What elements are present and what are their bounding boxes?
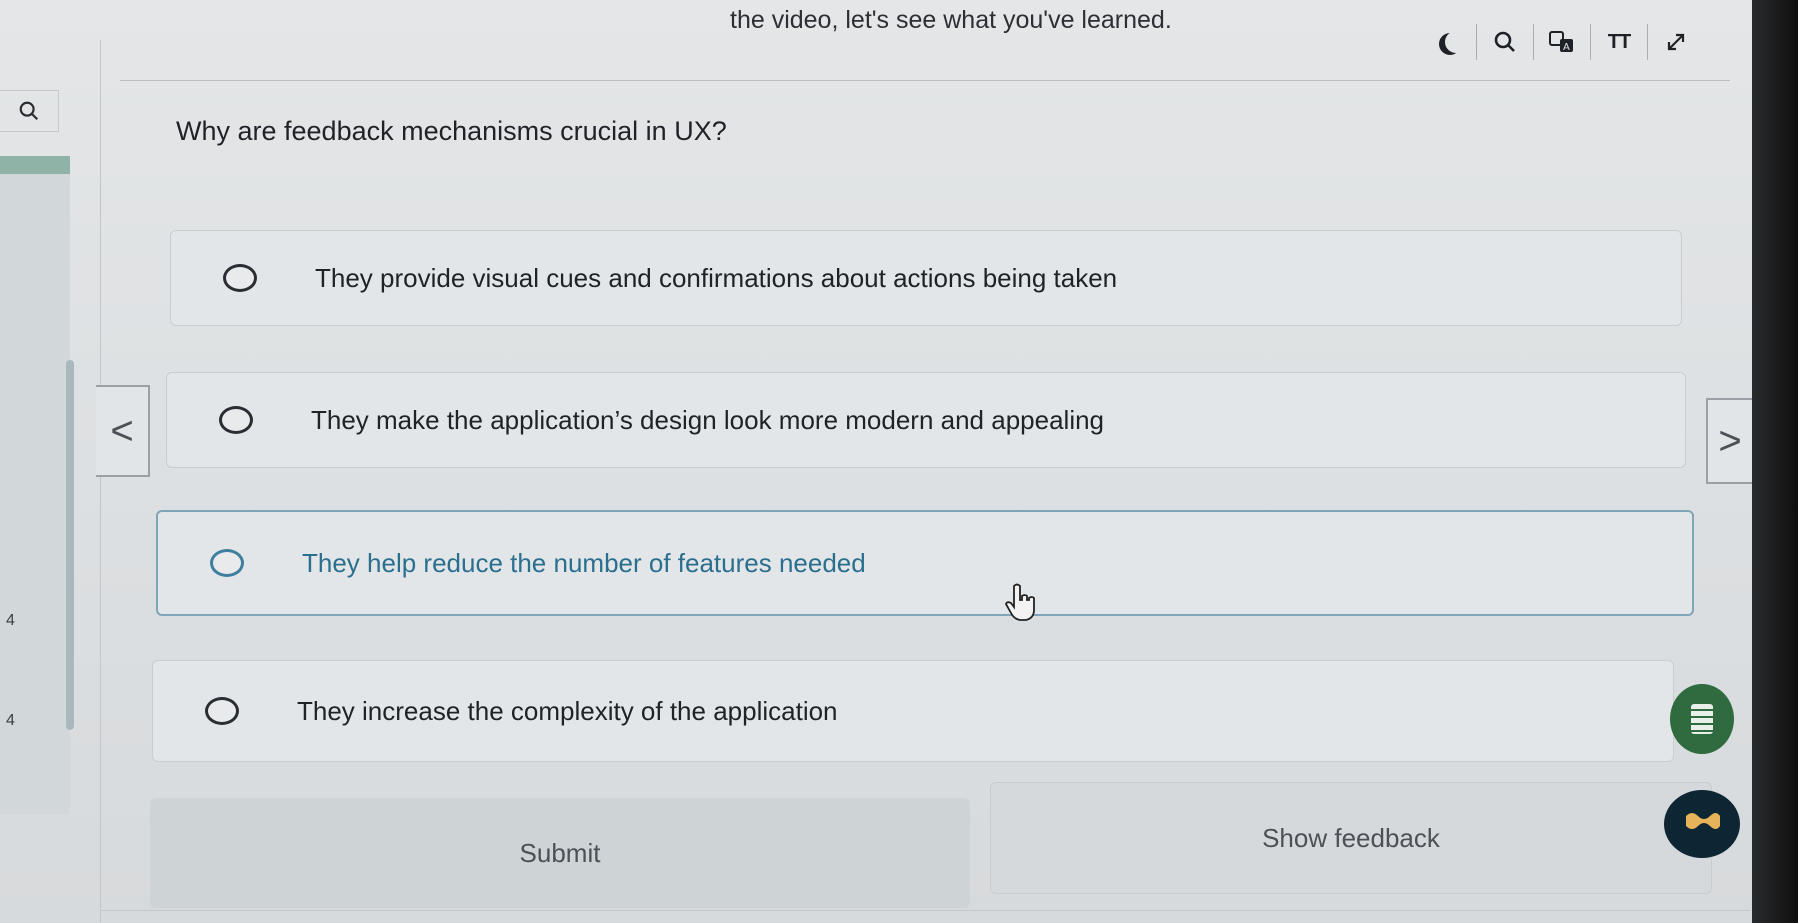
expand-button[interactable] [1648,24,1704,60]
header-hint: the video, let's see what you've learned… [730,6,1172,34]
previous-button[interactable]: < [96,385,150,477]
sidebar-page-number: 4 [6,612,15,629]
text-size-button[interactable]: TT [1591,24,1648,60]
divider [100,910,1750,911]
chevron-right-icon: > [1718,418,1742,463]
sidebar-search-button[interactable] [0,90,59,132]
answer-option-label: They increase the complexity of the appl… [297,695,838,726]
text-size-icon: TT [1607,30,1631,53]
chat-icon [1686,813,1720,829]
translate-icon: A [1549,31,1573,53]
next-button[interactable]: > [1706,398,1752,484]
sidebar-page-number: 4 [6,712,15,729]
answer-option-label: They make the application’s design look … [311,404,1105,435]
submit-label: Submit [519,837,601,868]
answer-option-2[interactable]: They make the application’s design look … [166,372,1686,468]
sidebar-active-indicator [0,156,70,174]
top-bar: the video, let's see what you've learned… [120,0,1730,81]
answer-option-label: They provide visual cues and confirmatio… [315,262,1118,293]
search-icon [1494,31,1515,52]
radio-button[interactable] [223,264,257,292]
search-icon [19,101,39,121]
notes-icon [1691,704,1713,734]
show-feedback-label: Show feedback [1262,822,1440,853]
notes-button[interactable] [1670,684,1734,754]
dark-mode-button[interactable] [1420,24,1477,60]
moon-icon [1445,31,1467,53]
answer-option-3[interactable]: They help reduce the number of features … [156,510,1694,616]
translate-button[interactable]: A [1534,24,1591,60]
chat-button[interactable] [1664,790,1740,858]
radio-button[interactable] [219,406,253,434]
hand-pointer-icon [1005,583,1035,621]
radio-button[interactable] [205,697,239,725]
sidebar-scrollbar[interactable] [66,360,74,730]
submit-button[interactable]: Submit [150,798,970,908]
toolbar: A TT [1420,24,1704,60]
radio-button[interactable] [210,549,244,577]
screen-bezel [1752,0,1798,923]
answer-option-4[interactable]: They increase the complexity of the appl… [152,660,1674,762]
chevron-left-icon: < [110,408,134,453]
answer-option-1[interactable]: They provide visual cues and confirmatio… [170,230,1682,326]
show-feedback-button[interactable]: Show feedback [990,782,1712,894]
sidebar: 4 4 [0,40,101,923]
answer-option-label: They help reduce the number of features … [302,547,866,578]
svg-text:A: A [1563,42,1570,53]
search-button[interactable] [1477,24,1534,60]
question-text: Why are feedback mechanisms crucial in U… [176,116,727,146]
expand-icon [1667,33,1685,51]
